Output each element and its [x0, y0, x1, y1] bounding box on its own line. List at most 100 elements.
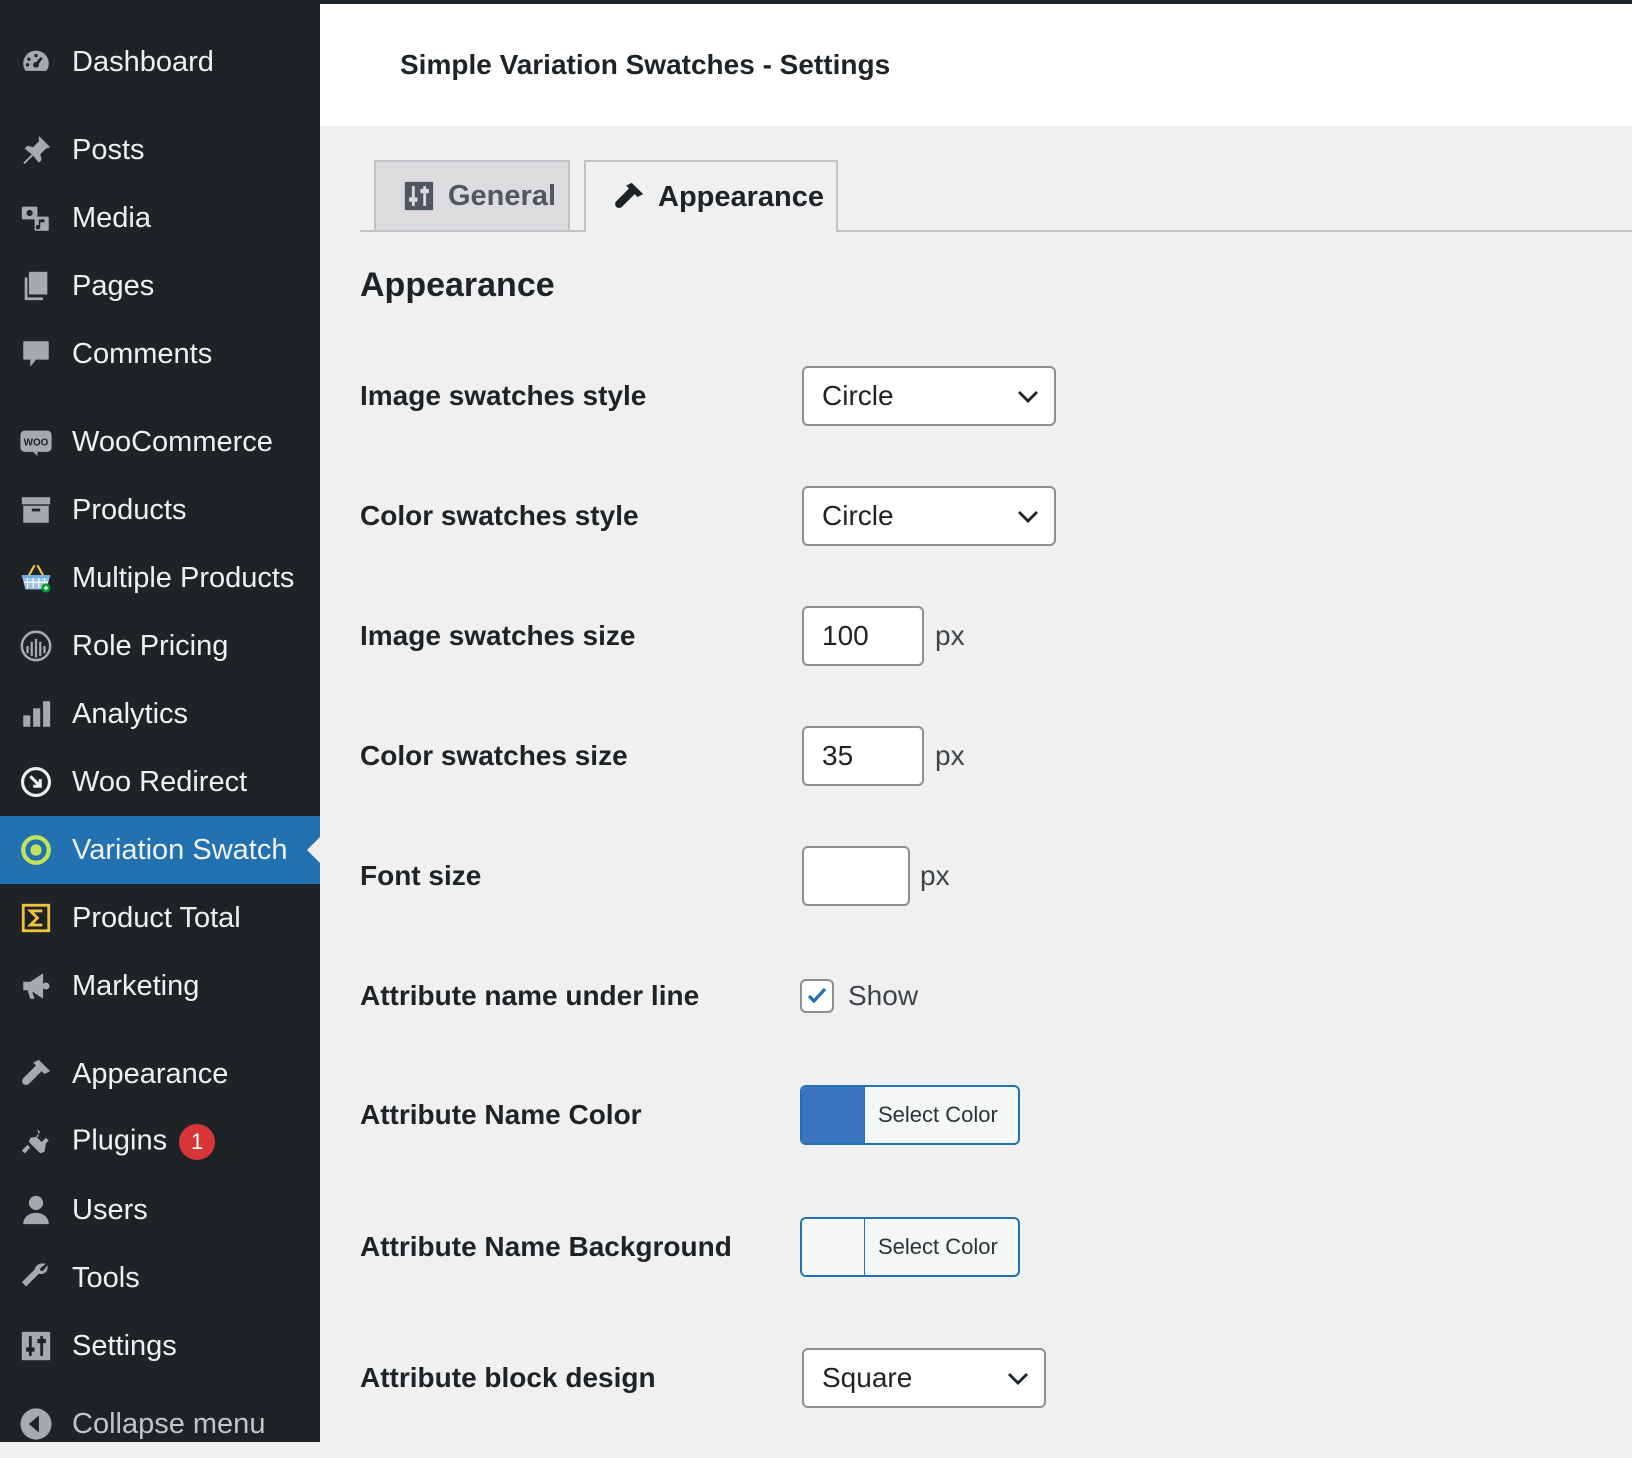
color-swatch-preview	[802, 1219, 865, 1275]
woo-icon: WOO	[18, 424, 54, 460]
collapse-menu-button[interactable]: Collapse menu	[0, 1390, 320, 1458]
tab-general[interactable]: General	[374, 160, 570, 230]
select-value: Circle	[822, 500, 894, 531]
attribute-block-design-row: Attribute block design Square	[360, 1348, 1560, 1408]
color-swatches-size-input[interactable]	[802, 726, 924, 786]
unit-label: px	[920, 860, 950, 891]
unit-label: px	[935, 620, 965, 651]
page-title: Simple Variation Swatches - Settings	[400, 49, 891, 80]
sidebar-item-label: Product Total	[72, 901, 241, 934]
sidebar-item-label: Analytics	[72, 697, 189, 730]
megaphone-icon	[18, 968, 54, 1004]
tab-appearance[interactable]: Appearance	[584, 160, 838, 232]
sidebar-item-variation-swatch[interactable]: Variation Swatch	[0, 816, 320, 884]
chevron-down-icon	[1008, 1373, 1028, 1385]
admin-sidebar: Dashboard Posts Media Pages Comments WOO…	[0, 0, 320, 1442]
sidebar-item-products[interactable]: Products	[0, 476, 320, 544]
dashboard-icon	[18, 44, 54, 80]
select-color-label: Select Color	[878, 1102, 998, 1127]
sidebar-item-label: Variation Swatch	[72, 833, 288, 866]
archive-icon	[18, 492, 54, 528]
redirect-icon	[18, 764, 54, 800]
color-swatches-style-select[interactable]: Circle	[802, 486, 1056, 546]
sidebar-item-label: Tools	[72, 1261, 140, 1294]
sidebar-item-pages[interactable]: Pages	[0, 252, 320, 320]
color-swatches-size-row: Color swatches size px	[360, 726, 1560, 786]
field-label: Color swatches style	[360, 500, 639, 531]
attribute-block-design-select[interactable]: Square	[802, 1348, 1046, 1408]
sidebar-item-tools[interactable]: Tools	[0, 1244, 320, 1312]
show-underline-checkbox[interactable]	[800, 979, 834, 1013]
pages-icon	[18, 268, 54, 304]
sidebar-item-label: Settings	[72, 1329, 177, 1362]
select-value: Circle	[822, 380, 894, 411]
sidebar-item-marketing[interactable]: Marketing	[0, 952, 320, 1020]
sidebar-item-label: Products	[72, 493, 187, 526]
media-icon	[18, 200, 54, 236]
brush-icon	[612, 180, 646, 214]
field-label: Attribute Name Background	[360, 1231, 732, 1262]
checkmark-icon	[807, 987, 827, 1004]
sidebar-item-product-total[interactable]: Product Total	[0, 884, 320, 952]
sidebar-item-woocommerce[interactable]: WOO WooCommerce	[0, 408, 320, 476]
unit-label: px	[935, 740, 965, 771]
sidebar-item-users[interactable]: Users	[0, 1176, 320, 1244]
sidebar-item-dashboard[interactable]: Dashboard	[0, 28, 320, 96]
tab-label: General	[448, 179, 556, 212]
attribute-name-background-row: Attribute Name Background Select Color	[360, 1217, 1560, 1277]
sidebar-item-label: Marketing	[72, 969, 200, 1002]
field-label: Attribute name under line	[360, 980, 700, 1011]
fingerprint-icon	[18, 628, 54, 664]
collapse-icon	[18, 1406, 54, 1442]
field-label: Image swatches size	[360, 620, 636, 651]
section-title: Appearance	[360, 266, 555, 304]
sidebar-item-multiple-products[interactable]: Multiple Products	[0, 544, 320, 612]
sidebar-item-label: Collapse menu	[72, 1407, 266, 1440]
sidebar-item-woo-redirect[interactable]: Woo Redirect	[0, 748, 320, 816]
sidebar-item-label: Woo Redirect	[72, 765, 248, 798]
field-label: Attribute Name Color	[360, 1099, 642, 1130]
sidebar-item-plugins[interactable]: Plugins 1	[0, 1108, 320, 1176]
sidebar-item-label: Dashboard	[72, 45, 214, 78]
svg-text:WOO: WOO	[24, 438, 49, 449]
image-swatches-style-row: Image swatches style Circle	[360, 366, 1560, 426]
image-swatches-style-select[interactable]: Circle	[802, 366, 1056, 426]
image-swatches-size-row: Image swatches size px	[360, 606, 1560, 666]
field-label: Image swatches style	[360, 380, 647, 411]
sidebar-item-comments[interactable]: Comments	[0, 320, 320, 388]
attribute-name-background-picker[interactable]: Select Color	[800, 1217, 1020, 1277]
sliders-icon	[18, 1328, 54, 1364]
attribute-name-color-picker[interactable]: Select Color	[800, 1085, 1020, 1145]
sidebar-item-appearance[interactable]: Appearance	[0, 1040, 320, 1108]
sidebar-item-label: Media	[72, 201, 151, 234]
attribute-name-color-row: Attribute Name Color Select Color	[360, 1085, 1560, 1145]
bar-chart-icon	[18, 696, 54, 732]
checkbox-label[interactable]: Show	[848, 980, 918, 1012]
sidebar-item-role-pricing[interactable]: Role Pricing	[0, 612, 320, 680]
sidebar-item-label: WooCommerce	[72, 425, 273, 458]
field-label: Font size	[360, 860, 482, 891]
sidebar-item-label: Plugins	[72, 1124, 168, 1157]
select-color-label: Select Color	[878, 1234, 998, 1259]
select-value: Square	[822, 1362, 913, 1393]
field-label: Attribute block design	[360, 1362, 656, 1393]
tabs-divider	[360, 230, 1632, 232]
sidebar-item-label: Role Pricing	[72, 629, 229, 662]
sidebar-item-label: Pages	[72, 269, 155, 302]
image-swatches-size-input[interactable]	[802, 606, 924, 666]
user-icon	[18, 1192, 54, 1228]
field-label: Color swatches size	[360, 740, 628, 771]
sidebar-item-media[interactable]: Media	[0, 184, 320, 252]
tab-label: Appearance	[658, 180, 825, 213]
sigma-icon	[18, 900, 54, 936]
active-pointer	[307, 837, 320, 863]
font-size-input[interactable]	[802, 846, 910, 906]
sidebar-item-settings[interactable]: Settings	[0, 1312, 320, 1380]
sidebar-item-analytics[interactable]: Analytics	[0, 680, 320, 748]
comment-icon	[18, 336, 54, 372]
sidebar-item-label: Comments	[72, 337, 213, 370]
basket-icon	[18, 560, 54, 596]
sidebar-item-posts[interactable]: Posts	[0, 116, 320, 184]
color-swatches-style-row: Color swatches style Circle	[360, 486, 1560, 546]
plug-icon	[18, 1124, 54, 1160]
